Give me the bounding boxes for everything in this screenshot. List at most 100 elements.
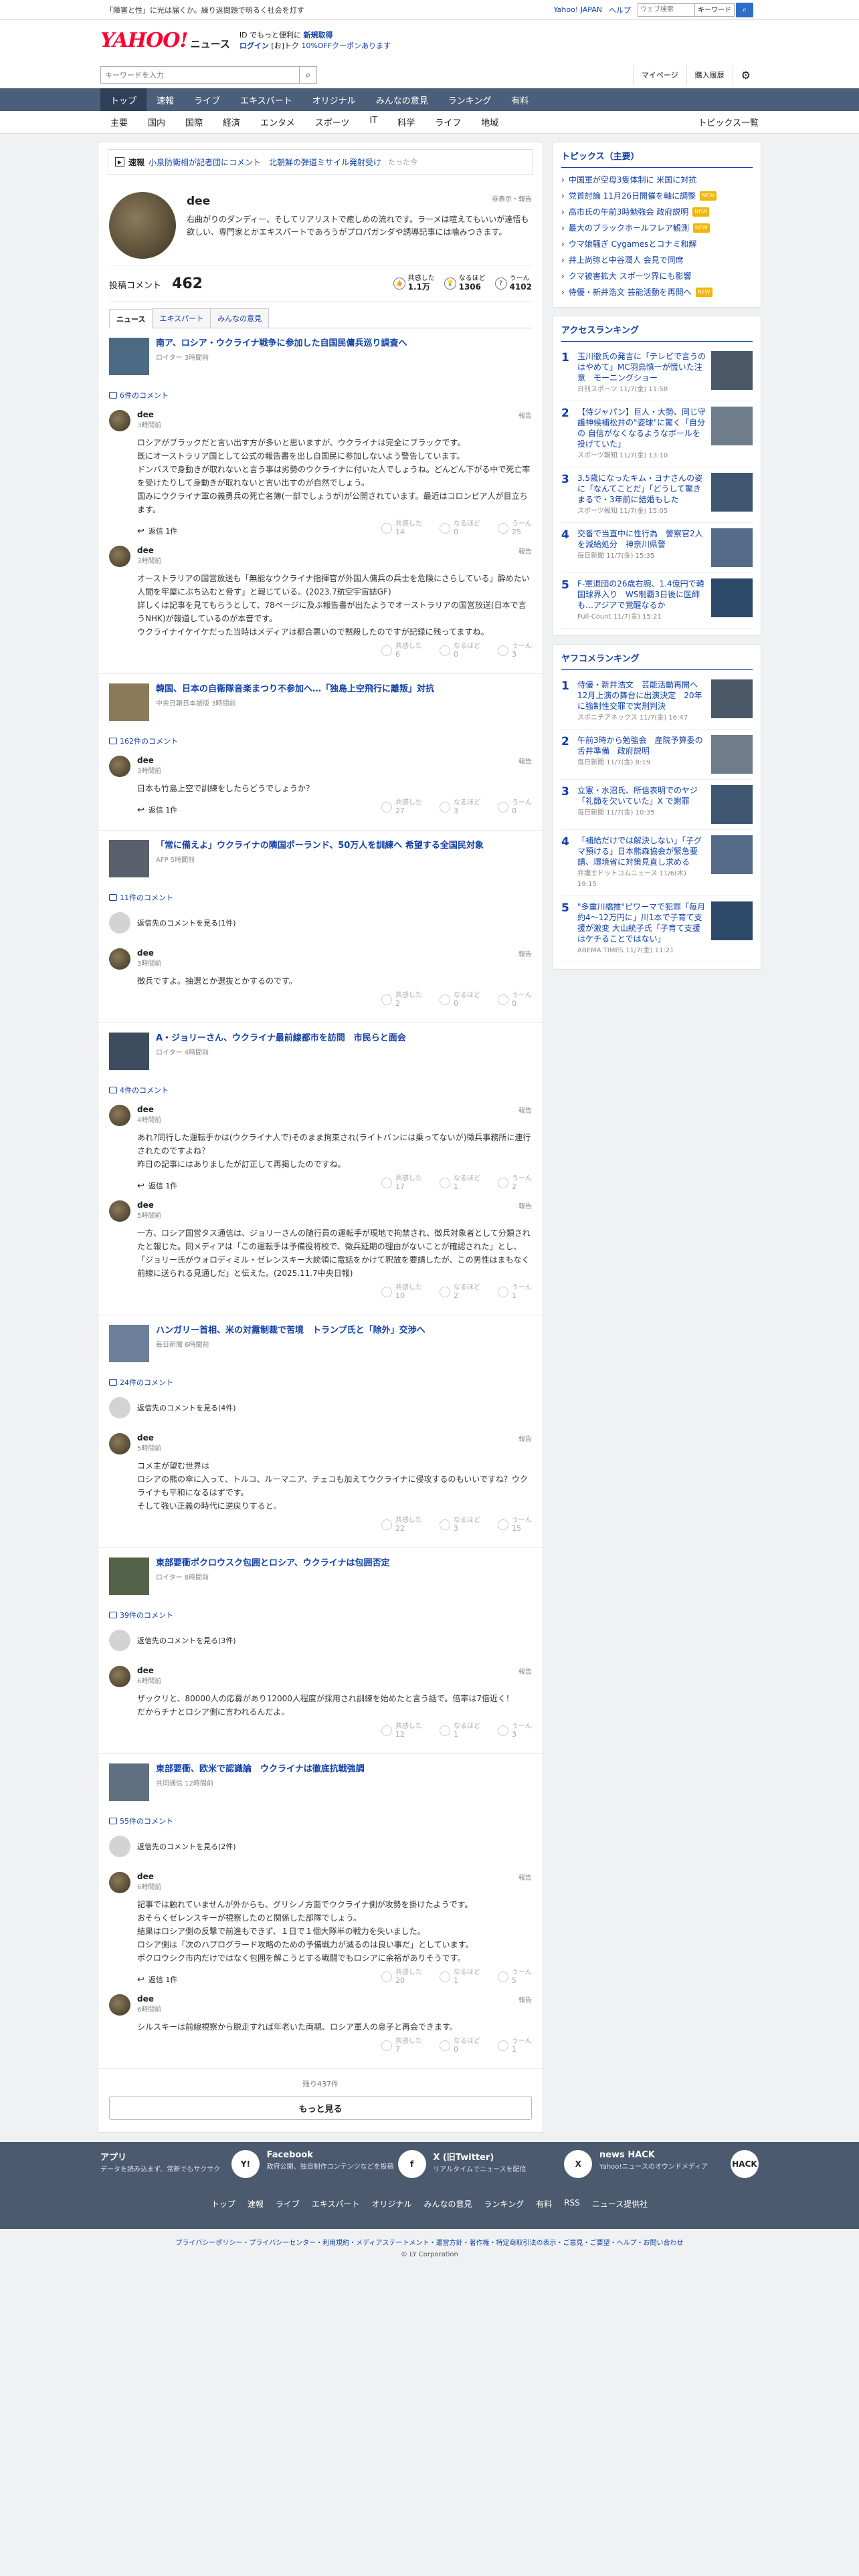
topic-item[interactable]: クマ被害拡大 スポーツ界にも影響 [561, 268, 753, 284]
news-search-input[interactable] [100, 66, 300, 84]
nav-top[interactable]: トップ [100, 88, 147, 111]
hide-report-link[interactable]: 非表示・報告 [492, 193, 532, 203]
avatar[interactable] [109, 756, 130, 777]
footer-facebook-link[interactable]: Facebook 政府公開、独自制作コンテンツなどを投稿 f [267, 2150, 426, 2178]
hmm-button[interactable]: うーん 1 [498, 2038, 532, 2054]
search-icon[interactable]: ⌕ [736, 2, 753, 17]
subnav-region[interactable]: 地域 [471, 116, 508, 128]
subnav-domestic[interactable]: 国内 [138, 116, 175, 128]
comment-count-link[interactable]: 162件のコメント [109, 736, 532, 746]
report-link[interactable]: 報告 [518, 1872, 532, 1891]
report-link[interactable]: 報告 [518, 1994, 532, 2014]
tab-expert[interactable]: エキスパート [152, 308, 211, 328]
empathy-button[interactable]: 共感した 14 [381, 520, 422, 536]
empathy-button[interactable]: 共感した 17 [381, 1175, 422, 1191]
show-more-button[interactable]: もっと見る [109, 2096, 532, 2120]
report-link[interactable]: 報告 [518, 948, 532, 968]
footer-links[interactable]: プライバシーポリシー・プライバシーセンター・利用規約・メディアステートメント・運… [0, 2237, 859, 2247]
ranking-item[interactable]: 5 F-軍退団の26歳右腕、1.4億円で韓国球界入り WS制覇3日後に医師も…アジ… [561, 573, 753, 629]
footer-nav-item[interactable]: RSS [564, 2198, 580, 2210]
comment-author[interactable]: dee [137, 1994, 154, 2004]
promo-link[interactable]: 「障害と性」に光は届くか。繰り返問題で明るく社会を灯す [106, 5, 304, 15]
subnav-economy[interactable]: 経済 [213, 116, 250, 128]
search-scope-select[interactable]: キーワード [695, 3, 735, 17]
nav-expert[interactable]: エキスパート [230, 88, 302, 111]
avatar[interactable] [109, 1200, 130, 1222]
tab-opinion[interactable]: みんなの意見 [210, 308, 270, 328]
ranking-item[interactable]: 4 交番で当直中に性行為 警察官2人を減給処分 神奈川県警 毎日新聞 11/7(金)… [561, 523, 753, 573]
nav-breaking[interactable]: 速報 [147, 88, 184, 111]
topic-item[interactable]: 井上尚弥と中谷潤人 会見で同席 [561, 252, 753, 268]
avatar[interactable] [109, 410, 130, 431]
footer-news-hack-link[interactable]: news HACK Yahoo!ニュースのオウンドメディア HACK [599, 2150, 759, 2178]
naruhodo-button[interactable]: なるほど 1 [440, 1175, 480, 1191]
report-link[interactable]: 報告 [518, 1433, 532, 1453]
comment-author[interactable]: dee [137, 1105, 154, 1114]
article-title[interactable]: 韓国、日本の自衛隊音楽まつり不参加へ…「独島上空飛行に離叛」対抗 [156, 683, 434, 695]
footer-nav-item[interactable]: 有料 [536, 2198, 552, 2210]
empathy-button[interactable]: 共感した 12 [381, 1723, 422, 1739]
naruhodo-button[interactable]: なるほど 2 [440, 1284, 480, 1300]
tab-news[interactable]: ニュース [109, 309, 153, 328]
article-thumbnail[interactable] [109, 840, 149, 877]
nav-paid[interactable]: 有料 [501, 88, 539, 111]
reply-button[interactable]: ↩ 返信 1件 [137, 1180, 177, 1191]
ranking-item[interactable]: 5 "多重川橋推"ピワーマで犯罪「毎月約4～12万円に」川1本で子育て支援が激変 … [561, 896, 753, 962]
article-thumbnail[interactable] [109, 1325, 149, 1362]
naruhodo-button[interactable]: なるほど 3 [440, 1517, 480, 1533]
empathy-button[interactable]: 共感した 22 [381, 1517, 422, 1533]
nav-original[interactable]: オリジナル [302, 88, 366, 111]
article-title[interactable]: 「常に備えよ」ウクライナの隣国ポーランド、50万人を訓練へ 希望する全国民対象 [156, 840, 484, 851]
article-title[interactable]: 東部要衝ポクロウスク包囲とロシア、ウクライナは包囲否定 [156, 1558, 389, 1569]
naruhodo-button[interactable]: なるほど 0 [440, 2038, 480, 2054]
naruhodo-button[interactable]: なるほど 1 [440, 1969, 480, 1985]
comment-count-link[interactable]: 24件のコメント [109, 1377, 532, 1388]
report-link[interactable]: 報告 [518, 1200, 532, 1220]
comment-author[interactable]: dee [137, 410, 154, 419]
footer-nav-item[interactable]: トップ [211, 2198, 235, 2210]
naruhodo-button[interactable]: なるほど 0 [440, 992, 480, 1008]
hmm-button[interactable]: うーん 3 [498, 1723, 532, 1739]
article-title[interactable]: A・ジョリーさん、ウクライナ最前線都市を訪問 市民らと面会 [156, 1033, 406, 1044]
see-parent-comment[interactable]: 返信先のコメントを見る(2件) [109, 1836, 532, 1857]
reply-button[interactable]: ↩ 返信 1件 [137, 804, 177, 815]
report-link[interactable]: 報告 [518, 546, 532, 565]
empathy-button[interactable]: 共感した 2 [381, 992, 422, 1008]
gear-icon[interactable]: ⚙ [732, 65, 759, 85]
avatar[interactable] [109, 948, 130, 970]
subnav-entertainment[interactable]: エンタメ [250, 116, 305, 128]
topic-item[interactable]: 侍優・新井浩文 芸能活動を再開へNEW [561, 284, 753, 300]
subnav-sports[interactable]: スポーツ [305, 116, 360, 128]
article-title[interactable]: ハンガリー首相、米の対露制裁で苦境 トランプ氏と「除外」交渉へ [156, 1325, 425, 1336]
topics-list-link[interactable]: トピックス一覧 [698, 116, 759, 128]
naruhodo-button[interactable]: なるほど 3 [440, 799, 480, 815]
article-thumbnail[interactable] [109, 683, 149, 721]
comment-count-link[interactable]: 11件のコメント [109, 892, 532, 903]
empathy-button[interactable]: 共感した 20 [381, 1969, 422, 1985]
hmm-button[interactable]: うーん 0 [498, 799, 532, 815]
avatar[interactable] [109, 546, 130, 567]
footer-nav-item[interactable]: 速報 [248, 2198, 264, 2210]
comment-author[interactable]: dee [137, 1666, 154, 1675]
hmm-button[interactable]: うーん 3 [498, 643, 532, 659]
empathy-button[interactable]: 共感した 27 [381, 799, 422, 815]
see-parent-comment[interactable]: 返信先のコメントを見る(1件) [109, 912, 532, 934]
subnav-main[interactable]: 主要 [100, 116, 138, 128]
avatar[interactable] [109, 1666, 130, 1687]
comment-author[interactable]: dee [137, 1200, 154, 1210]
topic-item[interactable]: ウマ娘騒ぎ Cygamesとコナミ和解 [561, 236, 753, 252]
mypage-button[interactable]: マイページ [632, 65, 686, 85]
footer-app-link[interactable]: アプリ データを読み込まず、常新でもサクサク Y! [100, 2150, 260, 2178]
footer-x-twitter-link[interactable]: X (旧Twitter) リアルタイムでニュースを配信 X [433, 2150, 593, 2178]
avatar[interactable] [109, 1994, 130, 2016]
reply-button[interactable]: ↩ 返信 1件 [137, 1974, 177, 1985]
ranking-item[interactable]: 2 午前3時から勉強会 産院予算委の舌井準備 政府説明 毎日新聞 11/7(金) 8… [561, 730, 753, 780]
footer-nav-item[interactable]: みんなの意見 [424, 2198, 472, 2210]
article-thumbnail[interactable] [109, 1763, 149, 1801]
yahoo-news-logo[interactable]: YAHOO! ニュース [100, 31, 230, 51]
hmm-button[interactable]: うーん 25 [498, 520, 532, 536]
footer-nav-item[interactable]: ライブ [276, 2198, 300, 2210]
ranking-item[interactable]: 1 玉川徹氏の発言に「テレビで言うのはやめて」MC羽鳥慎一が慌いた注意 モーニング… [561, 346, 753, 401]
avatar[interactable] [109, 1105, 130, 1126]
ranking-item[interactable]: 2 【侍ジャパン】巨人・大勢、同じ守護神候補松井の"姿球"に驚く「自分の 自信がな… [561, 401, 753, 467]
